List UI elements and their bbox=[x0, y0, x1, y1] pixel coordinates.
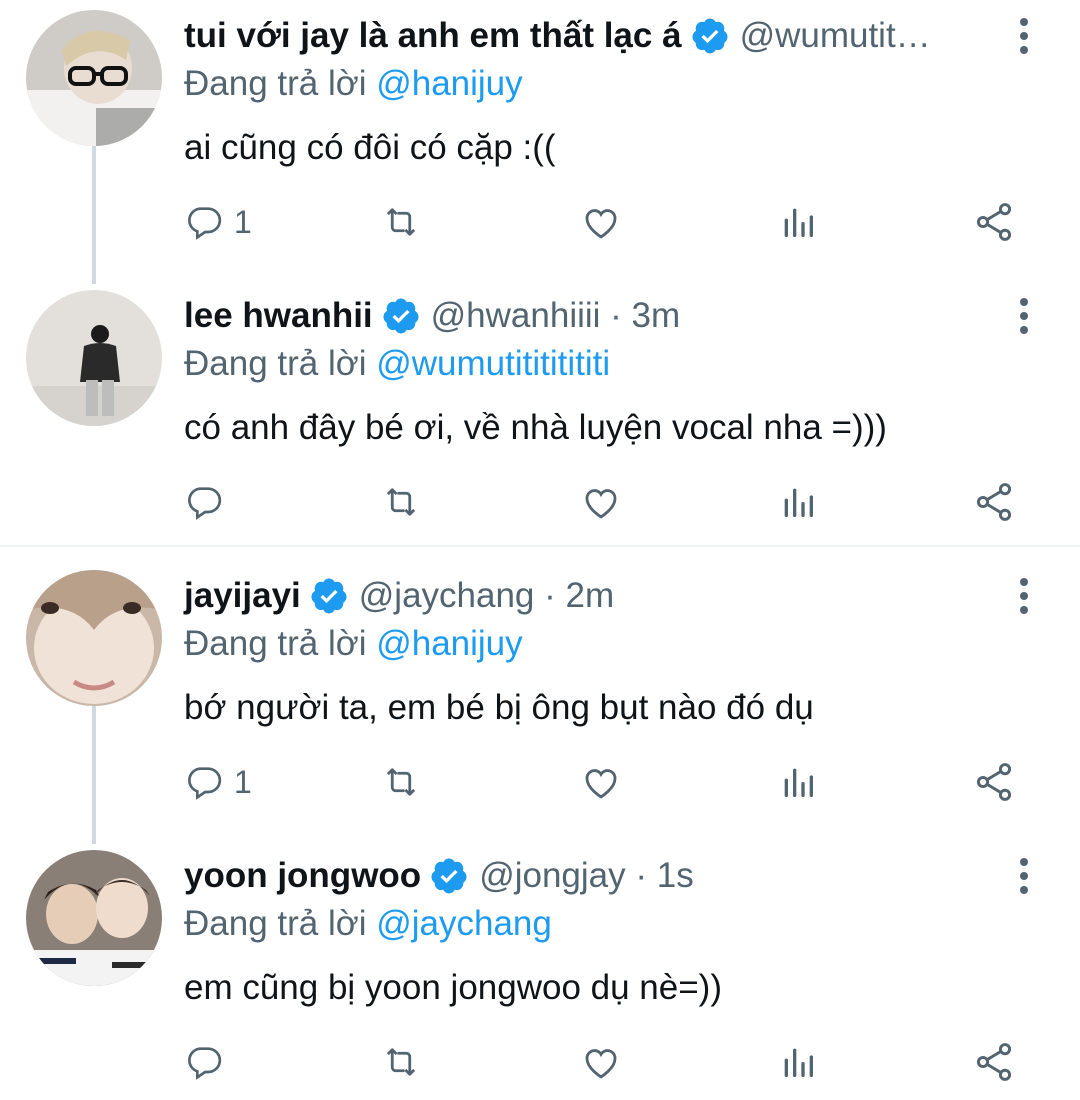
share-button[interactable] bbox=[972, 1038, 1016, 1086]
share-icon bbox=[976, 1043, 1012, 1081]
reply-count: 1 bbox=[234, 203, 252, 240]
display-name[interactable]: jayijayi bbox=[184, 574, 301, 618]
tweet[interactable]: lee hwanhii @hwanhiiii · 3m Đang trả lời… bbox=[0, 280, 1080, 545]
handle[interactable]: @jaychang · 2m bbox=[359, 574, 614, 618]
mention-link[interactable]: @hanijuy bbox=[376, 64, 522, 103]
analytics-button[interactable] bbox=[778, 198, 818, 246]
display-name[interactable]: yoon jongwoo bbox=[184, 854, 421, 898]
like-button[interactable] bbox=[580, 1038, 622, 1086]
reply-button[interactable]: 1 bbox=[184, 758, 252, 806]
analytics-button[interactable] bbox=[778, 478, 818, 526]
retweet-button[interactable] bbox=[380, 758, 422, 806]
reply-button[interactable]: 1 bbox=[184, 198, 252, 246]
action-bar: 1 bbox=[184, 198, 1034, 246]
share-button[interactable] bbox=[972, 478, 1016, 526]
analytics-icon bbox=[784, 768, 813, 797]
share-button[interactable] bbox=[972, 198, 1016, 246]
reply-icon bbox=[188, 1047, 222, 1080]
more-vertical-icon[interactable] bbox=[1010, 856, 1038, 896]
tweet-text: em cũng bị yoon jongwoo dụ nè=)) bbox=[184, 968, 722, 1007]
share-button[interactable] bbox=[972, 758, 1016, 806]
retweet-icon bbox=[386, 1048, 416, 1076]
handle[interactable]: @jongjay · 1s bbox=[479, 854, 694, 898]
like-icon bbox=[585, 1049, 617, 1079]
replying-to-label: Đang trả lời bbox=[184, 904, 377, 943]
reply-icon bbox=[188, 767, 222, 800]
handle[interactable]: @hwanhiiii · 3m bbox=[431, 294, 681, 338]
reply-icon bbox=[188, 207, 222, 240]
analytics-icon bbox=[784, 488, 813, 517]
verified-badge-icon bbox=[431, 858, 467, 894]
like-icon bbox=[585, 769, 617, 799]
mention-link[interactable]: @hanijuy bbox=[376, 624, 522, 663]
avatar[interactable] bbox=[26, 850, 162, 986]
display-name[interactable]: tui với jay là anh em thất lạc á bbox=[184, 14, 682, 58]
tweet[interactable]: yoon jongwoo @jongjay · 1s Đang trả lời … bbox=[0, 840, 1080, 1100]
more-vertical-icon[interactable] bbox=[1010, 576, 1038, 616]
replying-to-label: Đang trả lời bbox=[184, 624, 377, 663]
retweet-button[interactable] bbox=[380, 478, 422, 526]
like-button[interactable] bbox=[580, 198, 622, 246]
reply-button[interactable] bbox=[184, 1038, 234, 1086]
like-button[interactable] bbox=[580, 478, 622, 526]
replying-to: Đang trả lời @hanijuy bbox=[184, 622, 523, 666]
mention-link[interactable]: @wumutitititititi bbox=[376, 344, 610, 383]
action-bar bbox=[184, 478, 1034, 526]
like-icon bbox=[585, 489, 617, 519]
retweet-button[interactable] bbox=[380, 198, 422, 246]
retweet-icon bbox=[386, 208, 416, 236]
like-button[interactable] bbox=[580, 758, 622, 806]
analytics-button[interactable] bbox=[778, 758, 818, 806]
tweet-text: có anh đây bé ơi, về nhà luyện vocal nha… bbox=[184, 408, 887, 447]
analytics-button[interactable] bbox=[778, 1038, 818, 1086]
conversation-divider bbox=[0, 545, 1080, 547]
more-vertical-icon[interactable] bbox=[1010, 296, 1038, 336]
action-bar bbox=[184, 1038, 1034, 1086]
handle[interactable]: @wumutit… bbox=[740, 14, 931, 58]
verified-badge-icon bbox=[311, 578, 347, 614]
replying-to-label: Đang trả lời bbox=[184, 64, 377, 103]
avatar[interactable] bbox=[26, 10, 162, 146]
share-icon bbox=[976, 763, 1012, 801]
tweet[interactable]: tui với jay là anh em thất lạc á @wumuti… bbox=[0, 0, 1080, 270]
tweet[interactable]: jayijayi @jaychang · 2m Đang trả lời @ha… bbox=[0, 560, 1080, 830]
retweet-button[interactable] bbox=[380, 1038, 422, 1086]
like-icon bbox=[585, 209, 617, 239]
retweet-icon bbox=[386, 488, 416, 516]
tweet-text: bớ người ta, em bé bị ông bụt nào đó dụ bbox=[184, 688, 814, 727]
retweet-icon bbox=[386, 768, 416, 796]
avatar[interactable] bbox=[26, 570, 162, 706]
replying-to: Đang trả lời @wumutitititititi bbox=[184, 342, 610, 386]
display-name[interactable]: lee hwanhii bbox=[184, 294, 373, 338]
mention-link[interactable]: @jaychang bbox=[376, 904, 552, 943]
reply-icon bbox=[188, 487, 222, 520]
replying-to: Đang trả lời @hanijuy bbox=[184, 62, 523, 106]
reply-button[interactable] bbox=[184, 478, 234, 526]
verified-badge-icon bbox=[692, 18, 728, 54]
share-icon bbox=[976, 483, 1012, 521]
replying-to-label: Đang trả lời bbox=[184, 344, 377, 383]
share-icon bbox=[976, 203, 1012, 241]
reply-count: 1 bbox=[234, 763, 252, 800]
tweet-text: ai cũng có đôi có cặp :(( bbox=[184, 128, 556, 167]
analytics-icon bbox=[784, 208, 813, 237]
verified-badge-icon bbox=[383, 298, 419, 334]
replying-to: Đang trả lời @jaychang bbox=[184, 902, 552, 946]
action-bar: 1 bbox=[184, 758, 1034, 806]
avatar[interactable] bbox=[26, 290, 162, 426]
more-vertical-icon[interactable] bbox=[1010, 16, 1038, 56]
analytics-icon bbox=[784, 1048, 813, 1077]
